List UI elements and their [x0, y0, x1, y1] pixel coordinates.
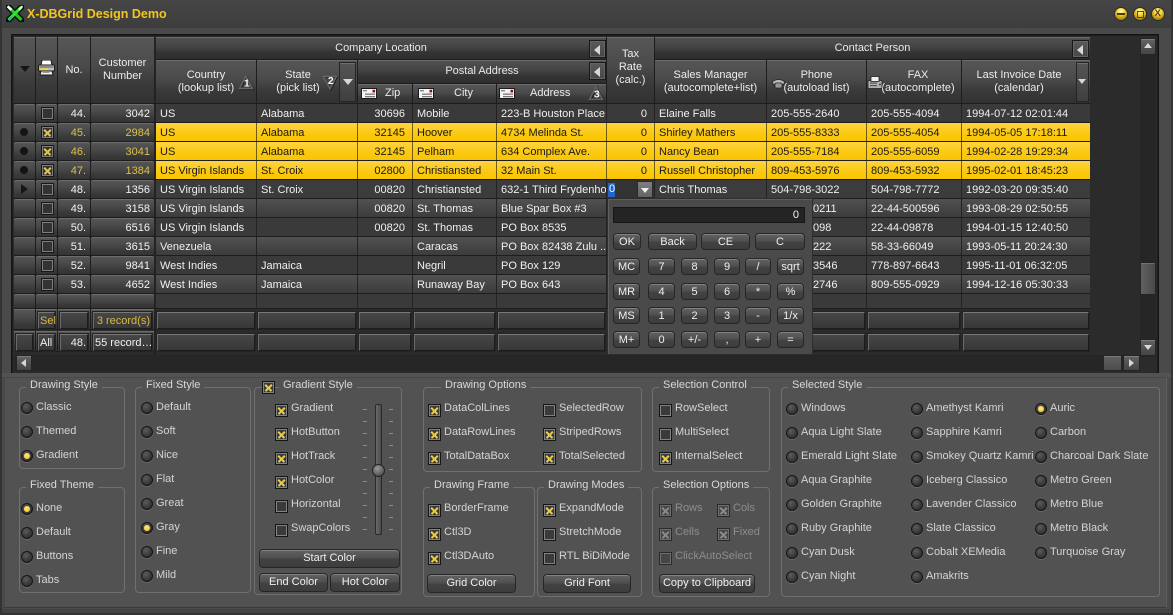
- svg-text:1: 1: [244, 78, 250, 90]
- svg-text:3: 3: [594, 89, 600, 101]
- svg-text:2: 2: [328, 75, 334, 87]
